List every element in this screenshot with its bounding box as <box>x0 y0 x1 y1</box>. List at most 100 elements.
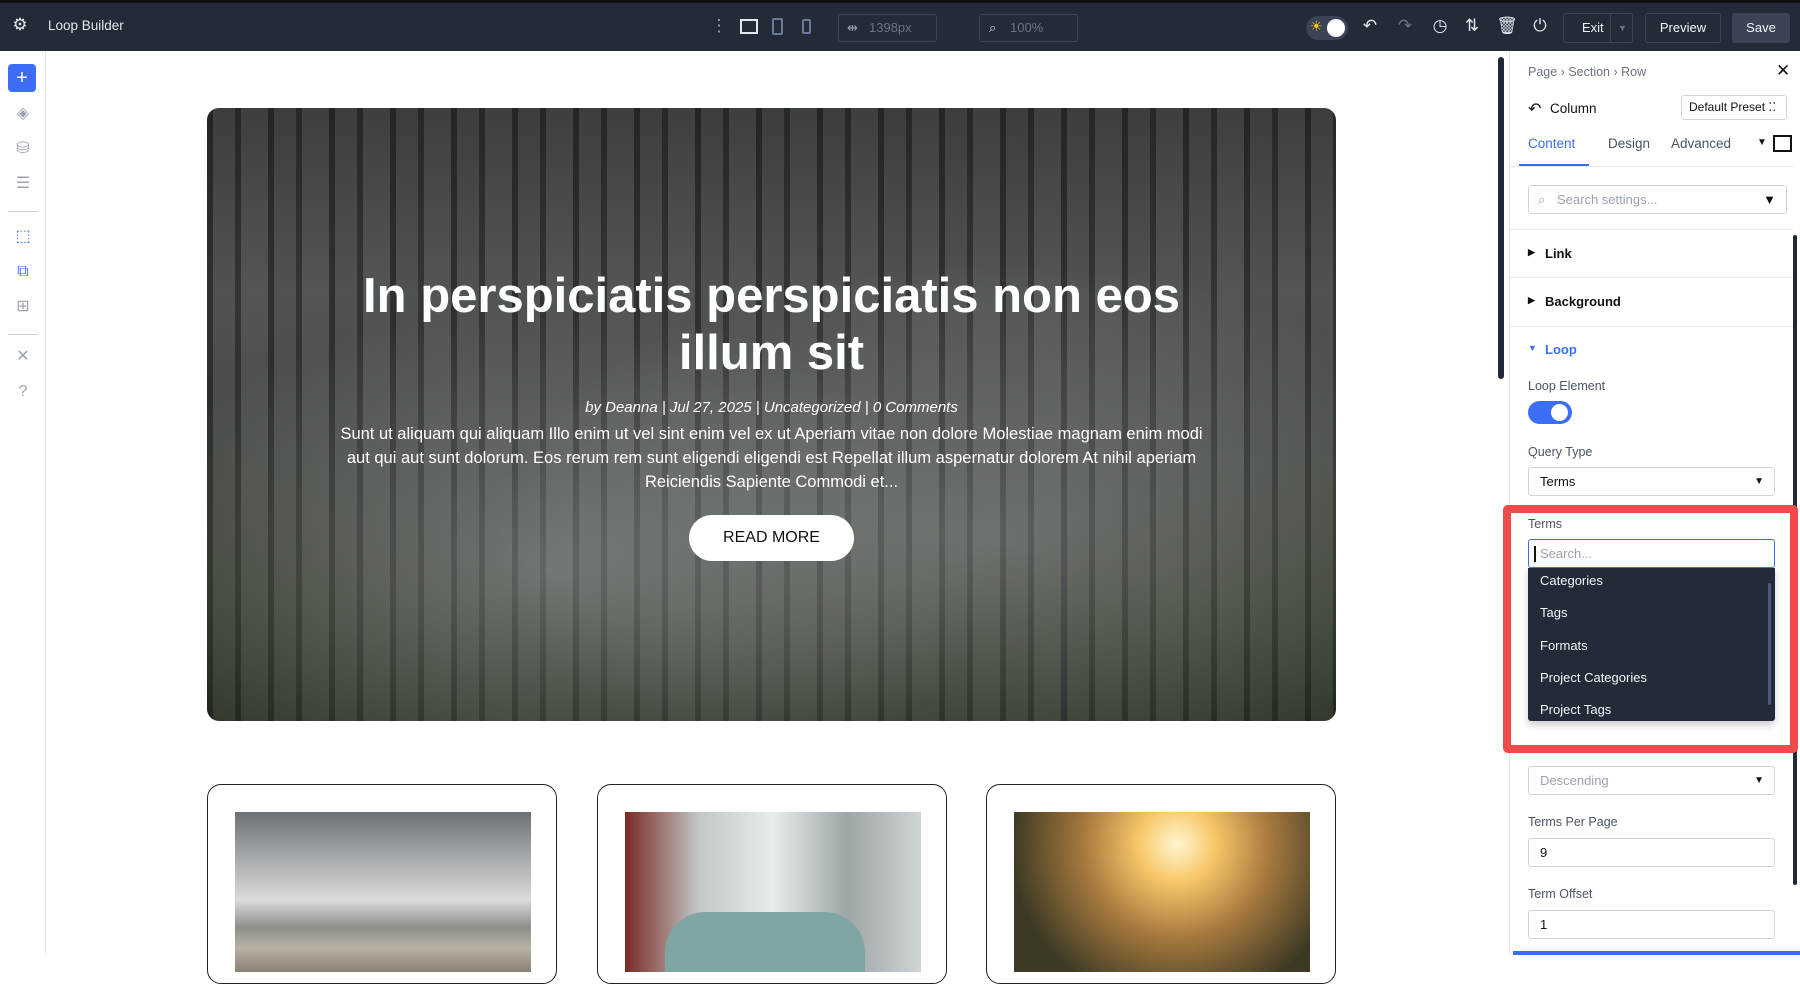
filter-icon[interactable]: ▼ <box>1763 186 1776 213</box>
exit-label: Exit <box>1582 20 1604 35</box>
post-excerpt: Sunt ut aliquam qui aliquam Illo enim ut… <box>337 422 1206 494</box>
terms-option[interactable]: Categories <box>1540 573 1603 588</box>
template-view-icon[interactable]: ⊞ <box>11 295 35 319</box>
panel-bottom-bar <box>1513 951 1800 955</box>
expand-caret-icon: ▶ <box>1528 295 1535 306</box>
zoom-input[interactable]: ⌕ 100% <box>979 14 1078 42</box>
tabs-dropdown-icon[interactable]: ▼ <box>1757 137 1767 148</box>
sort-arrows-icon[interactable]: ⇅ <box>1461 16 1483 36</box>
tab-content[interactable]: Content <box>1528 136 1575 151</box>
terms-option[interactable]: Project Tags <box>1540 702 1611 717</box>
exit-button[interactable]: Exit ▼ <box>1563 13 1633 43</box>
zoom-value: 100% <box>1010 20 1043 35</box>
divider <box>1510 166 1793 167</box>
order-select[interactable]: Descending ▼ <box>1528 766 1775 795</box>
terms-per-page-label: Terms Per Page <box>1528 815 1618 829</box>
breadcrumb: Page › Section › Row <box>1528 65 1646 79</box>
database-icon[interactable]: ⛁ <box>11 137 35 161</box>
post-card[interactable] <box>986 784 1336 984</box>
hero-title: In perspiciatis perspiciatis non eos ill… <box>207 268 1336 382</box>
divider <box>1510 326 1793 327</box>
undo-icon[interactable]: ↶ <box>1359 16 1381 36</box>
tab-advanced[interactable]: Advanced <box>1671 136 1731 151</box>
post-card[interactable] <box>597 784 947 984</box>
sidebar-divider <box>8 211 38 212</box>
section-link-label: Link <box>1545 246 1572 261</box>
term-offset-input[interactable]: 1 <box>1528 910 1775 939</box>
settings-gear-icon[interactable]: ⚙ <box>9 15 31 35</box>
chevron-down-icon: ▼ <box>1754 468 1764 495</box>
loop-element-label: Loop Element <box>1528 379 1605 393</box>
section-background-label: Background <box>1545 294 1621 309</box>
tab-design[interactable]: Design <box>1608 136 1650 151</box>
default-preset-button[interactable]: Default Preset ⁚⁚ <box>1681 95 1787 120</box>
close-icon[interactable]: ✕ <box>1776 61 1790 81</box>
width-arrows-icon: ⇹ <box>847 15 858 41</box>
add-plus-icon[interactable]: + <box>8 64 36 92</box>
settings-panel: Page › Section › Row ✕ ↶ Column Default … <box>1509 51 1800 955</box>
layout-icon[interactable]: ☰ <box>11 172 35 196</box>
search-settings-input[interactable]: ⌕ Search settings... ▼ <box>1528 185 1787 214</box>
post-card[interactable] <box>207 784 557 984</box>
read-more-button[interactable]: READ MORE <box>689 515 854 561</box>
tablet-view-icon[interactable] <box>772 18 783 35</box>
terms-search-placeholder: Search... <box>1540 546 1592 561</box>
canvas-width-value: 1398px <box>869 20 912 35</box>
sun-icon: ☀ <box>1310 18 1323 35</box>
preset-label: Default Preset <box>1689 100 1765 114</box>
divider <box>1510 277 1793 278</box>
loop-element-toggle[interactable] <box>1528 401 1572 424</box>
post-card-image-sunset <box>1014 812 1310 972</box>
search-icon: ⌕ <box>1538 186 1545 213</box>
more-vertical-icon[interactable]: ⋮ <box>708 16 730 36</box>
search-placeholder: Search settings... <box>1557 192 1657 207</box>
breadcrumb-page[interactable]: Page <box>1528 65 1557 79</box>
trash-icon[interactable]: 🗑 <box>1496 16 1518 36</box>
terms-option[interactable]: Formats <box>1540 638 1588 653</box>
top-toolbar: ⚙ Loop Builder ⋮ ⇹ 1398px ⌕ 100% ☀ ↶ ↷ ◷… <box>0 0 1800 51</box>
query-type-select[interactable]: Terms ▼ <box>1528 467 1775 496</box>
section-loop-label: Loop <box>1545 342 1577 357</box>
section-link[interactable]: ▶ Link <box>1510 241 1793 277</box>
panel-mode-icon[interactable] <box>1773 135 1792 152</box>
help-icon[interactable]: ? <box>11 380 35 404</box>
element-name: Column <box>1550 101 1597 116</box>
power-icon[interactable]: ⏻ <box>1529 16 1551 36</box>
section-background[interactable]: ▶ Background <box>1510 289 1793 325</box>
dropdown-scrollbar[interactable] <box>1768 583 1771 705</box>
term-offset-label: Term Offset <box>1528 887 1592 901</box>
expand-caret-icon: ▶ <box>1528 247 1535 258</box>
exit-chevron-down-icon[interactable]: ▼ <box>1610 14 1627 42</box>
multi-select-pointer-icon[interactable]: ⧉ <box>11 260 35 284</box>
tools-icon[interactable]: ✕ <box>11 345 35 369</box>
preview-button[interactable]: Preview <box>1645 13 1721 43</box>
theme-toggle[interactable]: ☀ <box>1306 16 1348 40</box>
query-type-value: Terms <box>1540 474 1575 489</box>
toggle-knob <box>1327 19 1345 37</box>
phone-view-icon[interactable] <box>802 19 811 34</box>
section-loop[interactable]: ▼ Loop <box>1510 338 1793 362</box>
breadcrumb-section[interactable]: Section <box>1568 65 1610 79</box>
preset-icon: ⁚⁚ <box>1768 100 1776 114</box>
history-clock-icon[interactable]: ◷ <box>1429 16 1451 36</box>
save-button[interactable]: Save <box>1732 13 1790 43</box>
order-value: Descending <box>1540 773 1609 788</box>
terms-option[interactable]: Project Categories <box>1540 670 1647 685</box>
canvas-scrollbar[interactable] <box>1498 57 1504 379</box>
breadcrumb-row[interactable]: Row <box>1621 65 1646 79</box>
zoom-search-icon: ⌕ <box>989 15 996 41</box>
layers-icon[interactable]: ◈ <box>11 102 35 126</box>
terms-dropdown: Categories Tags Formats Project Categori… <box>1528 568 1775 721</box>
canvas-width-input[interactable]: ⇹ 1398px <box>838 14 937 42</box>
car-shape <box>665 912 865 972</box>
post-card-image-car <box>625 812 921 972</box>
back-arrow-icon[interactable]: ↶ <box>1528 99 1541 119</box>
sidebar-divider <box>8 334 38 335</box>
terms-option[interactable]: Tags <box>1540 605 1567 620</box>
terms-per-page-input[interactable]: 9 <box>1528 838 1775 867</box>
query-type-label: Query Type <box>1528 445 1592 459</box>
select-pointer-icon[interactable]: ⬚ <box>11 225 35 249</box>
desktop-view-icon[interactable] <box>740 19 758 34</box>
terms-search-input[interactable]: Search... <box>1528 539 1775 568</box>
redo-icon[interactable]: ↷ <box>1394 16 1416 36</box>
